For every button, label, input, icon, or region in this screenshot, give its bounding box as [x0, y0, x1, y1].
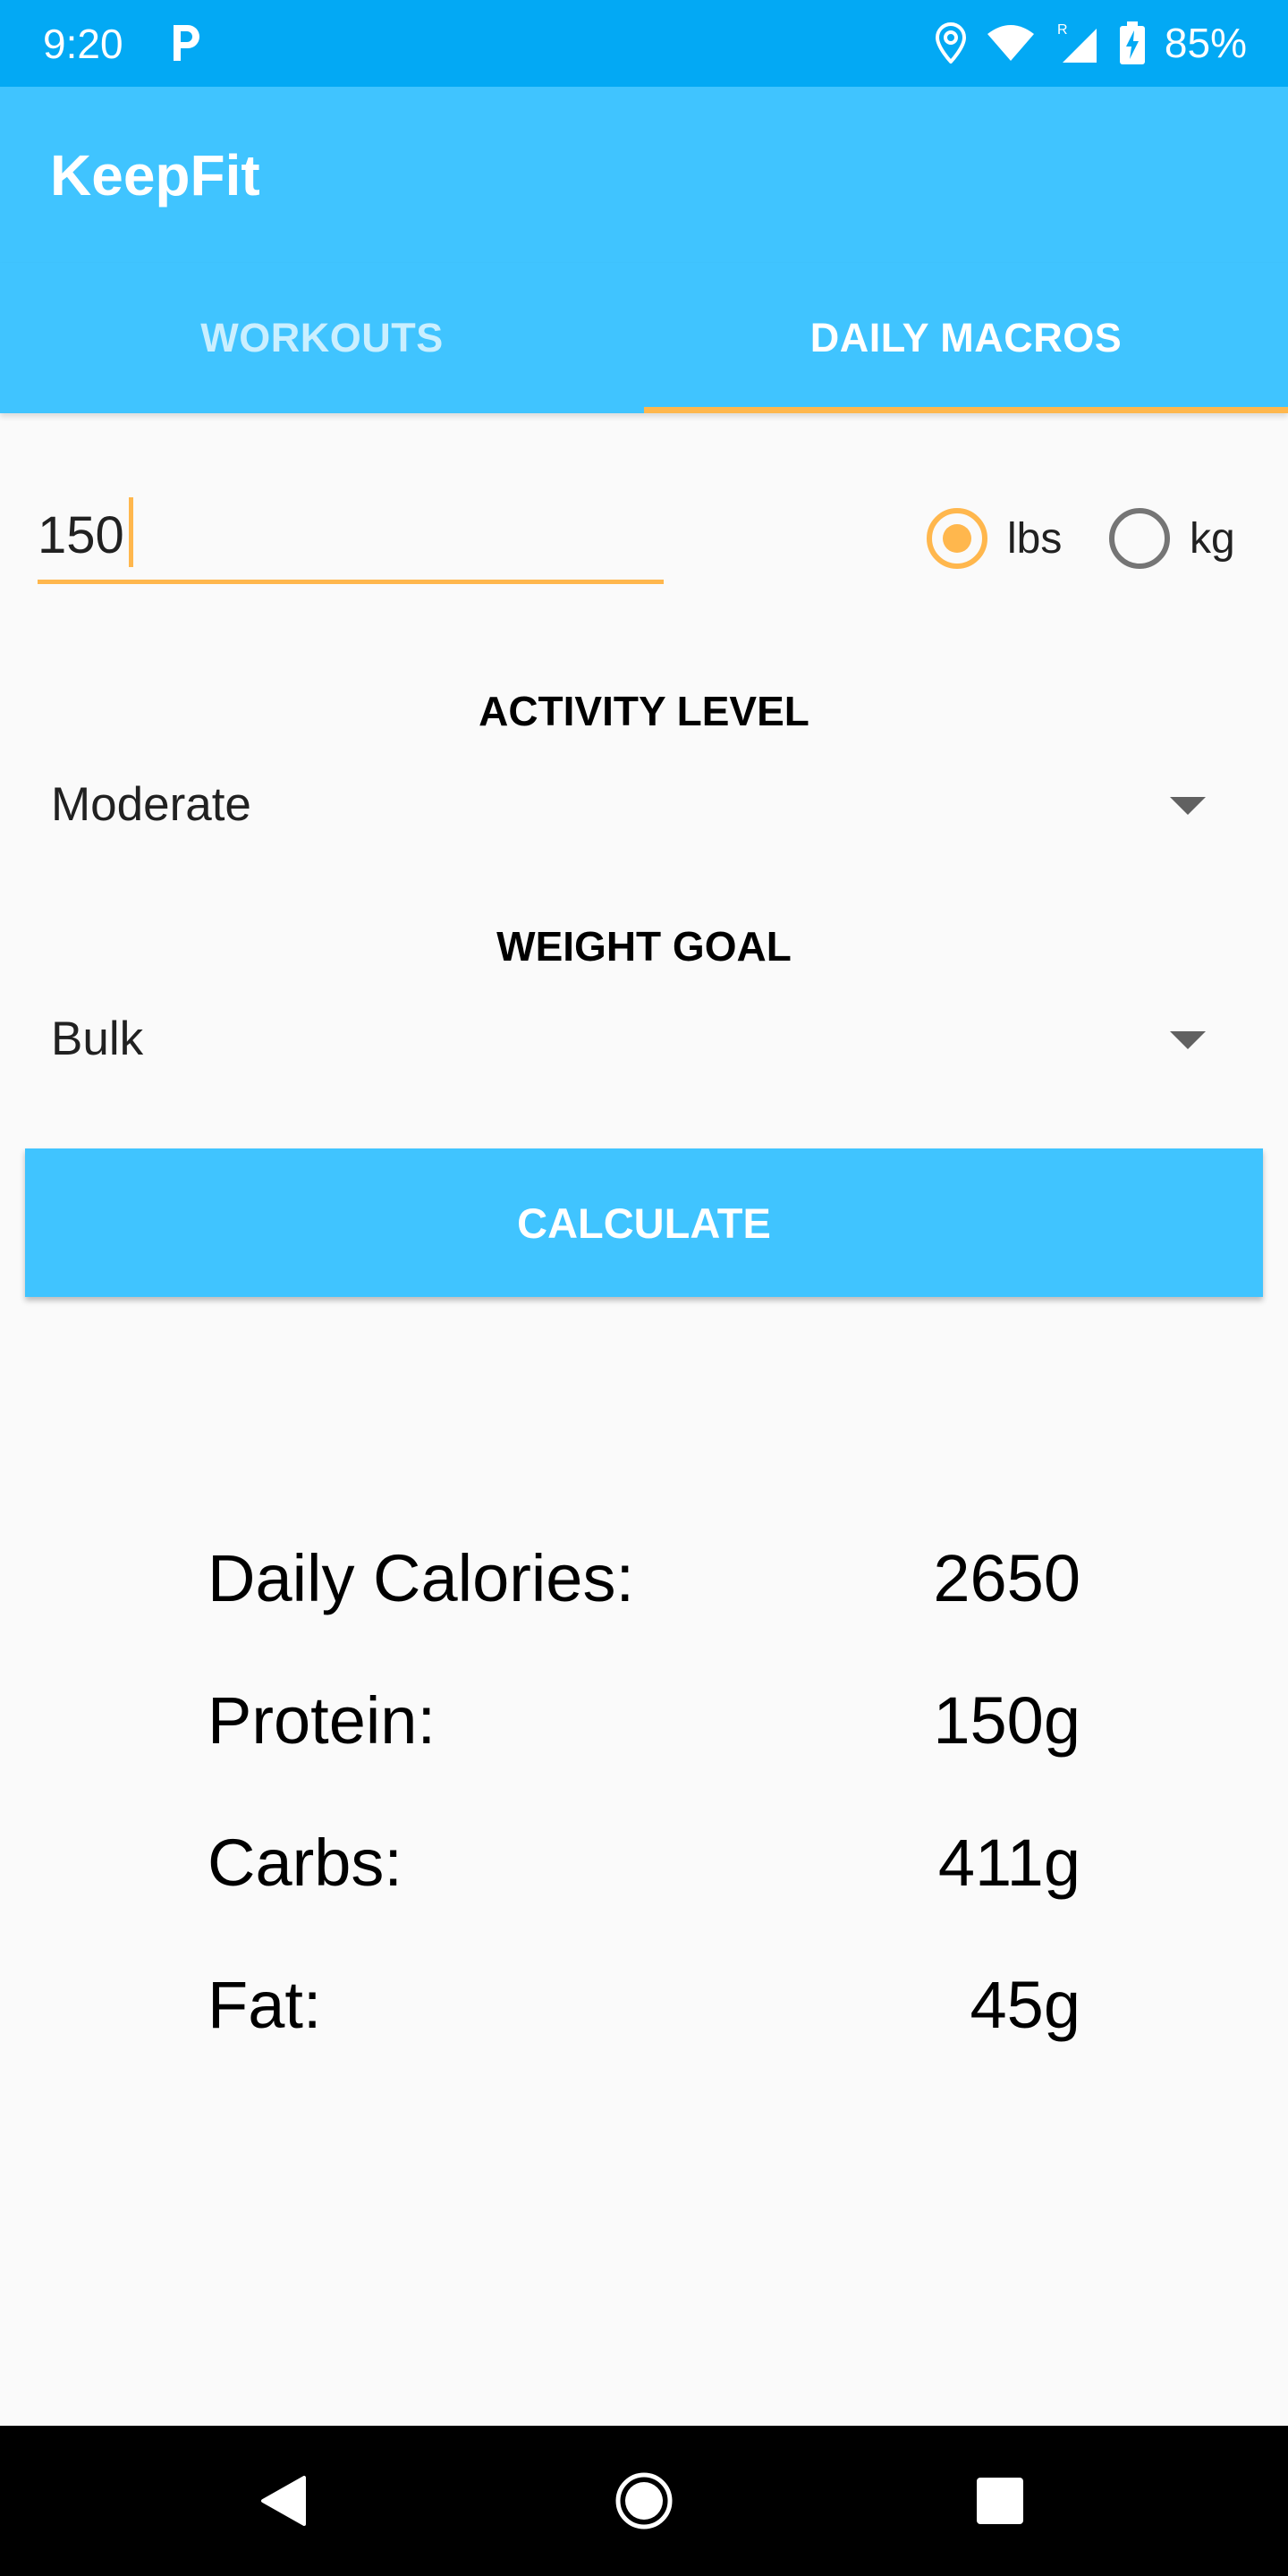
- radio-kg-label[interactable]: kg: [1190, 514, 1235, 564]
- result-value: 150g: [933, 1683, 1080, 1758]
- battery-charging-icon: [1119, 21, 1145, 64]
- app-bar: KeepFit: [0, 87, 1288, 263]
- dropdown-arrow-icon: [1170, 1031, 1206, 1049]
- recent-apps-icon[interactable]: [977, 2478, 1023, 2524]
- svg-text:R: R: [1057, 22, 1068, 38]
- location-icon: [935, 22, 966, 64]
- back-icon[interactable]: [259, 2474, 308, 2528]
- calculate-button[interactable]: CALCULATE: [25, 1148, 1263, 1297]
- result-label: Carbs:: [208, 1826, 402, 1900]
- status-bar: 9:20 R 85%: [0, 0, 1288, 87]
- result-row-protein: Protein: 150g: [0, 1682, 1288, 1772]
- radio-lbs-label[interactable]: lbs: [1007, 514, 1062, 564]
- dropdown-arrow-icon: [1170, 797, 1206, 815]
- signal-icon: R: [1057, 22, 1097, 63]
- activity-level-dropdown[interactable]: Moderate: [0, 759, 1288, 849]
- result-row-fat: Fat: 45g: [0, 1967, 1288, 2056]
- weight-goal-heading: WEIGHT GOAL: [496, 923, 792, 970]
- result-row-calories: Daily Calories: 2650: [0, 1540, 1288, 1630]
- wifi-icon: [987, 25, 1034, 61]
- result-value: 2650: [933, 1541, 1080, 1615]
- navigation-bar: [0, 2426, 1288, 2576]
- status-time: 9:20: [43, 21, 123, 67]
- result-value: 411g: [937, 1826, 1080, 1900]
- result-label: Protein:: [208, 1683, 436, 1758]
- tab-bar: WORKOUTS DAILY MACROS: [0, 263, 1288, 413]
- tab-workouts-label: WORKOUTS: [200, 315, 444, 360]
- radio-lbs[interactable]: [927, 508, 987, 569]
- status-icons: R 85%: [935, 16, 1247, 70]
- tab-daily-macros-label: DAILY MACROS: [809, 315, 1123, 360]
- parking-icon: [174, 25, 199, 61]
- result-value: 45g: [970, 1968, 1080, 2042]
- app-title: KeepFit: [50, 143, 260, 208]
- result-label: Fat:: [208, 1968, 322, 2042]
- result-label: Daily Calories:: [208, 1541, 635, 1615]
- activity-level-heading: ACTIVITY LEVEL: [479, 688, 809, 734]
- result-row-carbs: Carbs: 411g: [0, 1825, 1288, 1914]
- radio-kg[interactable]: [1109, 508, 1170, 569]
- tab-workouts[interactable]: WORKOUTS: [0, 263, 644, 413]
- home-icon[interactable]: [614, 2470, 674, 2531]
- tab-daily-macros[interactable]: DAILY MACROS: [644, 263, 1288, 413]
- text-cursor: [129, 497, 133, 567]
- battery-percent: 85%: [1164, 20, 1247, 66]
- weight-goal-dropdown[interactable]: Bulk: [0, 994, 1288, 1083]
- activity-level-value: Moderate: [51, 778, 251, 831]
- tab-indicator: [644, 407, 1288, 413]
- weight-goal-value: Bulk: [51, 1013, 144, 1065]
